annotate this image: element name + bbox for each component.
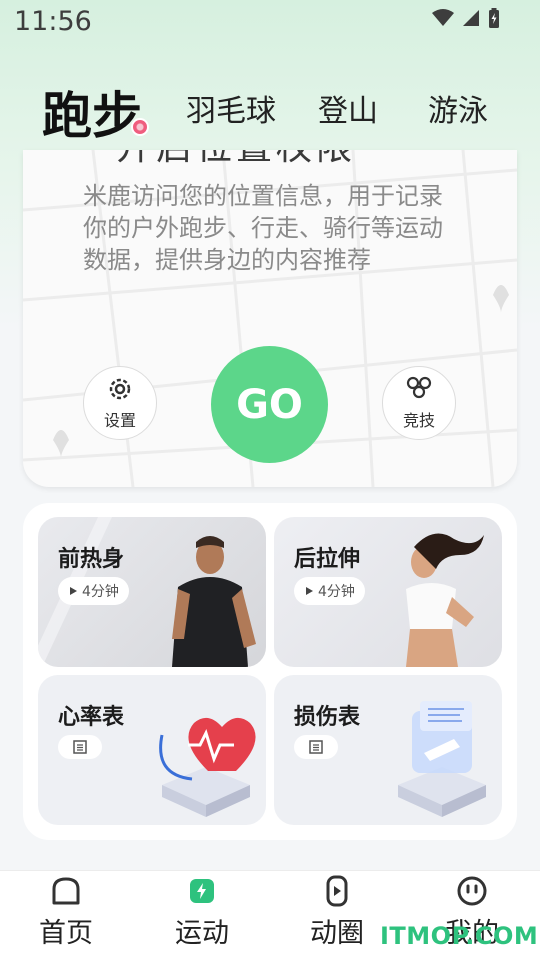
nav-home[interactable]: 首页 [16,875,116,950]
play-icon [306,587,313,595]
status-bar: 11:56 [0,0,540,46]
tab-running[interactable]: 跑步 [42,76,142,148]
gear-icon [109,378,131,400]
status-icons [432,8,500,28]
injury-doc-chip [294,735,338,759]
tab-badminton[interactable]: 羽毛球 [186,86,276,130]
battery-icon [489,8,499,28]
tab-hiking[interactable]: 登山 [318,86,378,130]
nav-moments[interactable]: 动圈 [287,875,387,950]
moments-icon [326,875,348,907]
card-title: 开启位置权限 [116,150,356,170]
group-icon [406,376,432,399]
settings-button[interactable]: 设置 [83,366,157,440]
compete-label: 竞技 [402,411,435,430]
training-grid: 前热身 4分钟 后拉伸 4分钟 心率表 损伤表 [23,503,517,840]
stretch-title: 后拉伸 [294,547,361,572]
status-time: 11:56 [14,6,92,37]
sport-icon [190,879,214,903]
watermark: ITMOP.COM [380,922,539,950]
heart-rate-title: 心率表 [58,705,125,730]
tab-swimming[interactable]: 游泳 [428,86,488,130]
go-button[interactable]: GO [211,346,328,463]
location-permission-card: 开启位置权限 米鹿访问您的位置信息，用于记录你的户外跑步、行走、骑行等运动数据，… [23,150,517,487]
card-description: 米鹿访问您的位置信息，用于记录你的户外跑步、行走、骑行等运动数据，提供身边的内容… [83,182,443,274]
injury-tile[interactable]: 损伤表 [274,675,502,825]
nav-sport-label: 运动 [175,918,229,949]
warmup-duration-chip: 4分钟 [58,577,129,605]
compete-button[interactable]: 竞技 [382,366,456,440]
settings-label: 设置 [103,411,136,430]
heart-rate-tile[interactable]: 心率表 [38,675,266,825]
injury-title: 损伤表 [294,705,361,730]
warmup-tile[interactable]: 前热身 4分钟 [38,517,266,667]
sport-tabs: 跑步 羽毛球 登山 游泳 [0,70,540,145]
play-icon [70,587,77,595]
nav-moments-label: 动圈 [310,918,364,949]
stretch-duration: 4分钟 [318,584,355,600]
active-tab-indicator [131,118,149,136]
stretch-tile[interactable]: 后拉伸 4分钟 [274,517,502,667]
profile-icon [457,876,487,906]
nav-sport[interactable]: 运动 [152,875,252,950]
nav-home-label: 首页 [39,918,93,949]
stretch-duration-chip: 4分钟 [294,577,365,605]
warmup-title: 前热身 [58,547,125,572]
warmup-duration: 4分钟 [82,584,119,600]
wifi-icon [432,9,454,26]
home-icon [52,877,80,905]
signal-icon [463,10,479,26]
document-icon [73,740,87,754]
document-icon [309,740,323,754]
heart-rate-doc-chip [58,735,102,759]
